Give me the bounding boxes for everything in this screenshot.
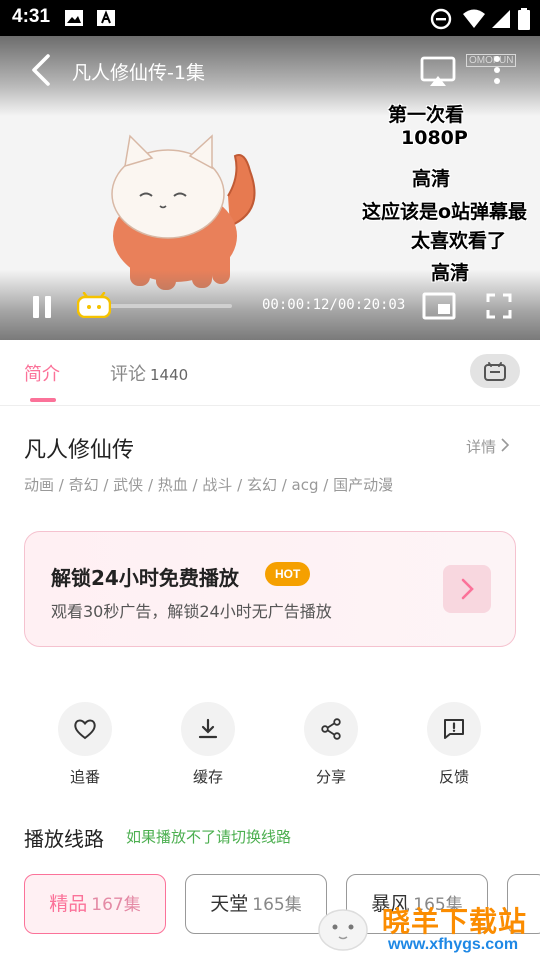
playback-time: 00:00:12/00:20:03 (262, 297, 406, 313)
follow-button[interactable]: 追番 (45, 702, 125, 787)
feedback-icon (444, 719, 464, 739)
line-episodes: 165集 (252, 895, 302, 915)
line-option[interactable]: 天堂 165集 (185, 874, 327, 934)
site-watermark: 晓羊下载站 www.xfhygs.com (312, 896, 540, 960)
hot-badge: HOT (265, 562, 311, 586)
chevron-right-icon (501, 438, 510, 452)
danmaku-toggle-button[interactable] (470, 354, 520, 388)
do-not-disturb-icon (430, 8, 452, 30)
feedback-label: 反馈 (438, 768, 469, 786)
share-button[interactable]: 分享 (291, 702, 371, 787)
share-icon (321, 718, 341, 740)
tv-icon (484, 362, 506, 381)
tab-comments[interactable]: 评论 1440 (110, 360, 188, 386)
promo-arrow-button[interactable] (443, 565, 491, 613)
line-option-selected[interactable]: 精品 167集 (24, 874, 166, 934)
line-name: 天堂 (210, 893, 249, 915)
site-watermark-url: www.xfhygs.com (388, 936, 519, 953)
content-tabs: 简介 评论 1440 (0, 340, 540, 406)
video-title: 凡人修仙传-1集 (72, 62, 205, 84)
battery-icon (518, 8, 530, 30)
download-label: 缓存 (192, 768, 223, 786)
line-name: 精品 (49, 893, 88, 915)
back-arrow-icon[interactable] (26, 52, 58, 88)
tab-intro[interactable]: 简介 (24, 360, 60, 386)
status-time: 4:31 (12, 6, 51, 27)
promo-title: 解锁24小时免费播放 (51, 566, 239, 590)
danmaku-comment: 太喜欢看了 (411, 230, 507, 252)
genre-tags: 动画 / 奇幻 / 武侠 / 热血 / 战斗 / 玄幻 / acg / 国产动漫 (24, 476, 394, 494)
cellular-signal-icon (492, 10, 510, 28)
heart-icon (74, 719, 96, 740)
more-options-icon[interactable] (486, 54, 508, 86)
status-bar: 4:31 (0, 0, 540, 36)
detail-label: 详情 (466, 438, 497, 456)
image-notification-icon (65, 10, 83, 26)
follow-label: 追番 (69, 768, 100, 786)
promo-subtitle: 观看30秒广告，解锁24小时无广告播放 (51, 602, 332, 621)
progress-bar[interactable] (92, 304, 232, 308)
tab-comments-label: 评论 (110, 364, 146, 385)
download-button[interactable]: 缓存 (168, 702, 248, 787)
feedback-button[interactable]: 反馈 (414, 702, 494, 787)
progress-thumb-tv-icon[interactable] (77, 292, 111, 318)
download-icon (198, 718, 218, 739)
pause-icon[interactable] (30, 294, 54, 320)
line-episodes: 167集 (91, 895, 141, 915)
lines-title: 播放线路 (24, 827, 104, 851)
danmaku-comment: 第一次看 (388, 104, 465, 126)
danmaku-comment: 高清 (431, 262, 470, 284)
unlock-promo-card[interactable]: 解锁24小时免费播放 HOT 观看30秒广告，解锁24小时无广告播放 (24, 531, 516, 647)
wifi-icon (463, 9, 485, 28)
danmaku-comment: 高清 (412, 168, 451, 190)
anime-title: 凡人修仙传 (24, 438, 135, 463)
chevron-right-icon (461, 578, 474, 600)
lines-hint: 如果播放不了请切换线路 (126, 828, 292, 846)
danmaku-comment: 这应该是o站弹幕最 (362, 201, 528, 223)
comments-count: 1440 (150, 366, 189, 384)
detail-link[interactable]: 详情 (466, 436, 511, 457)
share-label: 分享 (315, 768, 346, 786)
app-notification-icon (97, 10, 115, 26)
active-tab-indicator (30, 398, 56, 402)
video-player[interactable]: 凡人修仙传-1集 OMOFUN 第一次看 1080P 高清 这应该是o站弹幕最 … (0, 36, 540, 340)
fullscreen-icon[interactable] (486, 293, 512, 319)
danmaku-comment: 1080P (401, 127, 468, 149)
cast-icon[interactable] (420, 56, 456, 88)
sheep-logo-icon (318, 909, 368, 951)
picture-in-picture-icon[interactable] (422, 292, 456, 320)
site-watermark-name: 晓羊下载站 (382, 905, 528, 938)
